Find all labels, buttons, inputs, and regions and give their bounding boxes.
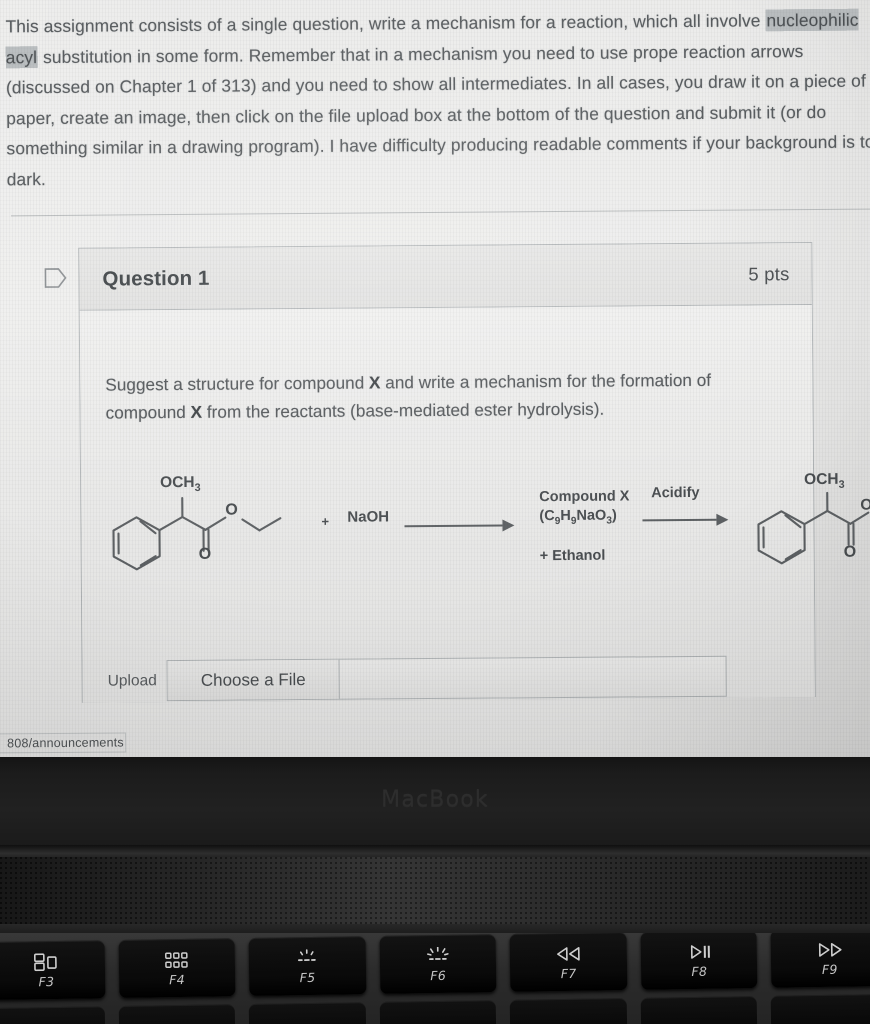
fast-forward-icon [814, 939, 844, 961]
reactant-ester-oxygen-label: O [225, 501, 238, 519]
question-prompt-l1c: and write a mechanism for the formation … [380, 369, 712, 393]
key-label: F8 [691, 963, 708, 980]
question-card: Question 1 5 pts Suggest a structure for… [78, 242, 870, 703]
acidify-label: Acidify [651, 484, 700, 502]
reaction-arrow-2-icon [642, 513, 729, 526]
compound-x-name: Compound X [539, 488, 630, 506]
status-bar-url: 808/announcements [0, 732, 127, 754]
key-row2-item[interactable] [509, 998, 628, 1024]
reaction-scheme: OCH3 O O + NaOH Compound X (C9H9NaO3) + … [99, 471, 870, 598]
question-header: Question 1 5 pts [79, 243, 812, 311]
keyboard-brightness-up-icon [423, 945, 453, 967]
assignment-description-part-1: This assignment consists of a single que… [5, 10, 766, 37]
reactant-structure-icon [112, 496, 282, 571]
rewind-icon [553, 943, 583, 965]
upload-label: Upload [107, 671, 157, 690]
key-f3[interactable]: F3 [0, 940, 106, 1001]
reagent-naoh-label: NaOH [347, 508, 390, 526]
key-label: F5 [299, 969, 316, 986]
key-label: F6 [430, 967, 447, 984]
product-hydroxyl-label: OH [860, 496, 870, 514]
question-prompt: Suggest a structure for compound X and w… [105, 365, 785, 426]
assignment-description: This assignment consists of a single que… [5, 4, 870, 194]
key-row2-item[interactable] [640, 995, 758, 1024]
key-f9[interactable]: F9 [770, 933, 870, 988]
flag-outline-icon [43, 267, 67, 289]
key-row2-item[interactable] [118, 1004, 236, 1024]
choose-a-file-button[interactable]: Choose a File [167, 659, 340, 701]
question-body: Suggest a structure for compound X and w… [79, 305, 870, 703]
launchpad-icon [162, 949, 192, 971]
key-label: F7 [560, 965, 577, 982]
speaker-grille [0, 857, 870, 937]
question-title: Question 1 [102, 266, 210, 291]
assignment-description-part-2: substitution in some form. Remember that… [5, 40, 870, 190]
reactant-carbonyl-oxygen-label: O [198, 545, 212, 563]
compound-x-coproduct: + Ethanol [539, 547, 606, 565]
question-points: 5 pts [748, 262, 790, 285]
macbook-brand-label: MacBook [381, 787, 489, 812]
question-prompt-x1: X [368, 372, 381, 393]
question-prompt-l1a: Suggest a structure for compound [105, 372, 370, 395]
reaction-arrow-1-icon [404, 519, 515, 532]
question-prompt-x2: X [190, 401, 203, 422]
key-label: F3 [38, 974, 55, 990]
key-label: F9 [821, 961, 838, 977]
play-pause-icon [684, 941, 714, 963]
question-prompt-l2a: compound [105, 401, 191, 423]
key-f6[interactable]: F6 [379, 934, 497, 994]
question-prompt-l2c: from the reactants (base-mediated ester … [201, 398, 605, 422]
laptop-bezel-chin: MacBook [0, 757, 870, 853]
key-row2-item[interactable] [248, 1002, 367, 1024]
function-key-row: F3 F4 F5 F6 F7 F8 F9 [0, 933, 870, 1004]
section-divider [11, 208, 870, 217]
key-row2-item[interactable] [0, 1006, 105, 1024]
laptop-keyboard: F3 F4 F5 F6 F7 F8 F9 [0, 933, 870, 1024]
file-upload-field[interactable]: Choose a File [166, 655, 727, 702]
key-f7[interactable]: F7 [509, 933, 628, 992]
product-carbonyl-oxygen-label: O [843, 543, 857, 561]
key-label: F4 [169, 971, 186, 988]
plus-sign-reagent: + [321, 513, 330, 529]
key-f8[interactable]: F8 [640, 933, 758, 990]
key-row2-item[interactable] [771, 993, 870, 1024]
keyboard-brightness-down-icon [292, 947, 322, 969]
key-f4[interactable]: F4 [118, 938, 236, 999]
compound-x-formula: (C9H9NaO3) [539, 507, 617, 527]
product-methoxy-label: OCH3 [804, 470, 845, 491]
laptop-photo: This assignment consists of a single que… [0, 0, 870, 1024]
key-f5[interactable]: F5 [248, 936, 367, 996]
mission-control-icon [31, 951, 61, 973]
laptop-screen: This assignment consists of a single que… [0, 0, 870, 757]
key-row2-item[interactable] [379, 1000, 497, 1024]
upload-row: Upload Choose a File [107, 655, 727, 702]
reactant-methoxy-label: OCH3 [160, 473, 201, 494]
canvas-assignment-page: This assignment consists of a single que… [0, 0, 870, 757]
